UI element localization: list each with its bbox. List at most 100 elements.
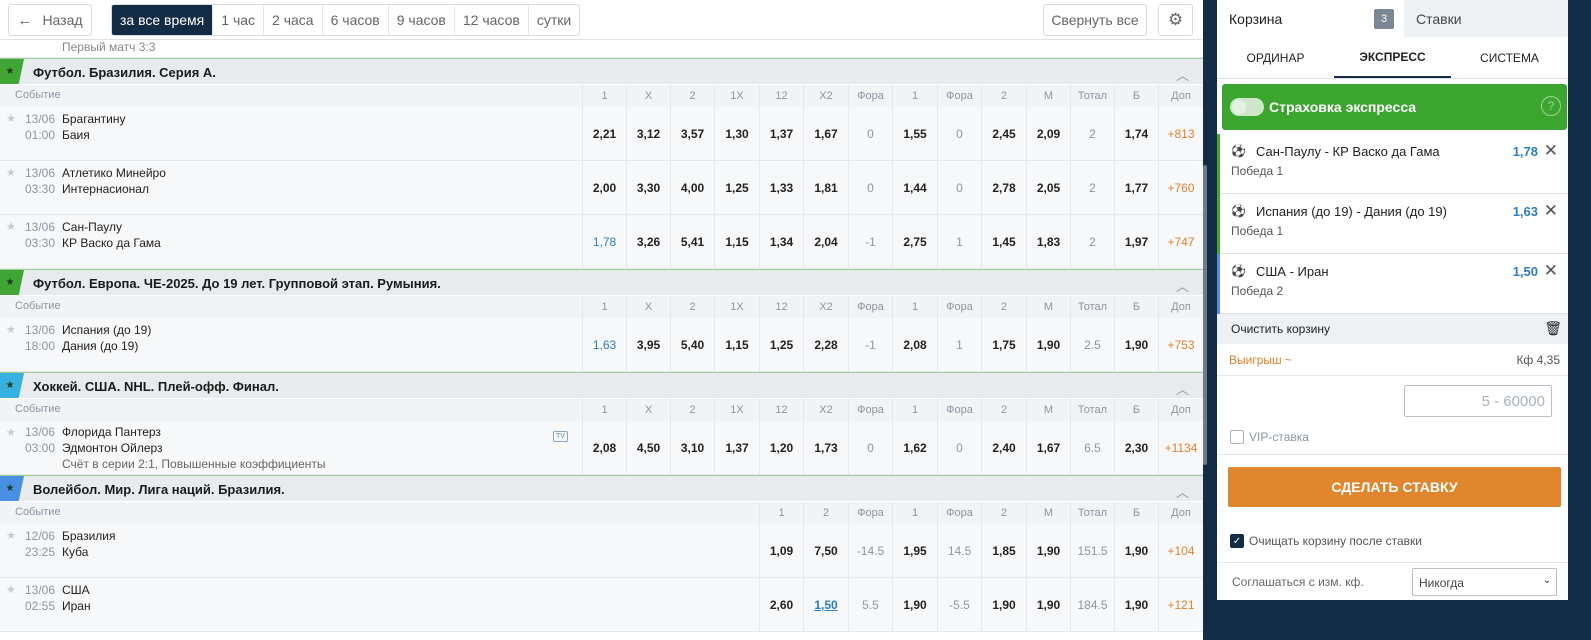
odds-cell[interactable]: 1,74 <box>1114 107 1158 160</box>
team-home[interactable]: Испания (до 19) <box>62 323 151 337</box>
odds-cell[interactable]: 1,90 <box>892 578 937 631</box>
odds-cell[interactable]: 2,21 <box>582 107 626 160</box>
collapse-all-button[interactable]: Свернуть все <box>1043 4 1147 36</box>
odds-cell[interactable]: 1,55 <box>892 107 937 160</box>
more-markets-link[interactable]: +813 <box>1158 107 1203 160</box>
odds-cell[interactable]: 1,62 <box>892 421 937 474</box>
odds-cell[interactable]: -1 <box>848 318 892 371</box>
odds-cell[interactable]: -14.5 <box>848 524 892 577</box>
odds-cell[interactable]: 4,50 <box>626 421 670 474</box>
close-icon[interactable]: ✕ <box>1544 201 1558 221</box>
clear-after-checkbox[interactable]: ✓ Очищать корзину после ставки <box>1230 534 1422 548</box>
chevron-up-icon[interactable]: ︿ <box>1176 276 1189 295</box>
odds-cell[interactable]: 1,95 <box>892 524 937 577</box>
tv-icon[interactable]: TV <box>553 431 568 442</box>
team-away[interactable]: Куба <box>62 545 88 559</box>
team-home[interactable]: Бразилия <box>62 529 116 543</box>
team-away[interactable]: КР Васко да Гама <box>62 236 161 250</box>
period-9h[interactable]: 9 часов <box>389 5 455 35</box>
help-icon[interactable]: ? <box>1541 96 1561 116</box>
odds-cell[interactable]: 1,90 <box>981 578 1026 631</box>
odds-cell[interactable]: 1 <box>937 318 981 371</box>
odds-cell[interactable]: 2,09 <box>1026 107 1070 160</box>
odds-cell[interactable]: 2,45 <box>981 107 1026 160</box>
more-markets-link[interactable]: +121 <box>1158 578 1203 631</box>
team-home[interactable]: Сан-Паулу <box>62 220 122 234</box>
odds-cell[interactable]: 1,77 <box>1114 161 1158 214</box>
gear-icon[interactable]: ⚙ <box>1158 4 1193 36</box>
odds-cell[interactable]: 3,12 <box>626 107 670 160</box>
team-away[interactable]: Интернасионал <box>62 182 149 196</box>
agree-select[interactable]: Никогда ⌄ <box>1412 568 1557 596</box>
more-markets-link[interactable]: +747 <box>1158 215 1203 268</box>
odds-cell[interactable]: 2,04 <box>803 215 848 268</box>
team-home[interactable]: Флорида Пантерз <box>62 425 161 439</box>
favorite-star-icon[interactable]: ★ <box>0 373 24 398</box>
tab-system[interactable]: СИСТЕМА <box>1451 37 1568 78</box>
odds-cell[interactable]: 2,08 <box>582 421 626 474</box>
more-markets-link[interactable]: +760 <box>1158 161 1203 214</box>
odds-cell[interactable]: 1,90 <box>1114 578 1158 631</box>
odds-cell[interactable]: 1,83 <box>1026 215 1070 268</box>
odds-cell[interactable]: 1,20 <box>759 421 803 474</box>
odds-cell[interactable]: 0 <box>848 421 892 474</box>
period-6h[interactable]: 6 часов <box>323 5 389 35</box>
odds-cell[interactable]: 2,75 <box>892 215 937 268</box>
odds-cell[interactable]: 1,90 <box>1026 318 1070 371</box>
odds-cell[interactable]: 6.5 <box>1070 421 1114 474</box>
more-markets-link[interactable]: +104 <box>1158 524 1203 577</box>
favorite-star-icon[interactable]: ★ <box>0 476 24 501</box>
odds-cell[interactable]: 4,00 <box>670 161 714 214</box>
tab-cart[interactable]: Корзина 3 <box>1217 0 1404 37</box>
star-icon[interactable]: ★ <box>6 166 16 179</box>
league-name[interactable]: Футбол. Европа. ЧЕ-2025. До 19 лет. Груп… <box>33 276 441 291</box>
odds-cell[interactable]: 1,63 <box>582 318 626 371</box>
odds-cell[interactable]: 1,90 <box>1114 318 1158 371</box>
odds-cell[interactable]: 1,97 <box>1114 215 1158 268</box>
odds-cell[interactable]: 1,45 <box>981 215 1026 268</box>
team-home[interactable]: Атлетико Минейро <box>62 166 166 180</box>
check-icon[interactable]: ✓ <box>1230 534 1244 548</box>
odds-cell[interactable]: 2,05 <box>1026 161 1070 214</box>
odds-cell[interactable]: 2,00 <box>582 161 626 214</box>
odds-cell[interactable]: 1,15 <box>714 215 759 268</box>
odds-cell[interactable]: 0 <box>848 161 892 214</box>
favorite-star-icon[interactable]: ★ <box>0 59 24 84</box>
odds-cell[interactable]: 1,15 <box>714 318 759 371</box>
team-away[interactable]: Эдмонтон Ойлерз <box>62 441 163 455</box>
odds-cell[interactable]: 5,40 <box>670 318 714 371</box>
odds-cell[interactable]: 2,30 <box>1114 421 1158 474</box>
period-day[interactable]: сутки <box>529 5 579 35</box>
odds-cell[interactable]: 2,78 <box>981 161 1026 214</box>
odds-cell[interactable]: 0 <box>937 107 981 160</box>
odds-cell[interactable]: 2 <box>1070 215 1114 268</box>
tab-express[interactable]: ЭКСПРЕСС <box>1334 37 1451 78</box>
back-button[interactable]: ← Назад <box>8 4 92 36</box>
odds-cell[interactable]: 1,30 <box>714 107 759 160</box>
odds-cell[interactable]: 2,28 <box>803 318 848 371</box>
odds-cell[interactable]: 1,25 <box>759 318 803 371</box>
odds-cell[interactable]: 1,34 <box>759 215 803 268</box>
odds-cell[interactable]: 0 <box>937 161 981 214</box>
team-home[interactable]: США <box>62 583 90 597</box>
odds-cell[interactable]: 2,60 <box>759 578 803 631</box>
period-1h[interactable]: 1 час <box>213 5 265 35</box>
odds-cell[interactable]: -1 <box>848 215 892 268</box>
team-home[interactable]: Брагантину <box>62 112 125 126</box>
period-12h[interactable]: 12 часов <box>455 5 529 35</box>
chevron-up-icon[interactable]: ︿ <box>1176 379 1189 398</box>
odds-cell[interactable]: 1,81 <box>803 161 848 214</box>
league-name[interactable]: Хоккей. США. NHL. Плей-офф. Финал. <box>33 379 279 394</box>
odds-cell[interactable]: 1,50 <box>803 578 848 631</box>
close-icon[interactable]: ✕ <box>1544 141 1558 161</box>
odds-cell[interactable]: 1,90 <box>1114 524 1158 577</box>
team-away[interactable]: Дания (до 19) <box>62 339 138 353</box>
chevron-up-icon[interactable]: ︿ <box>1176 65 1189 84</box>
odds-cell[interactable]: 2,40 <box>981 421 1026 474</box>
scrollbar[interactable] <box>1203 165 1207 465</box>
period-2h[interactable]: 2 часа <box>264 5 323 35</box>
chevron-up-icon[interactable]: ︿ <box>1176 482 1189 501</box>
odds-cell[interactable]: 3,57 <box>670 107 714 160</box>
league-name[interactable]: Футбол. Бразилия. Серия А. <box>33 65 216 80</box>
clear-cart-button[interactable]: Очистить корзину 🗑 <box>1217 314 1568 344</box>
